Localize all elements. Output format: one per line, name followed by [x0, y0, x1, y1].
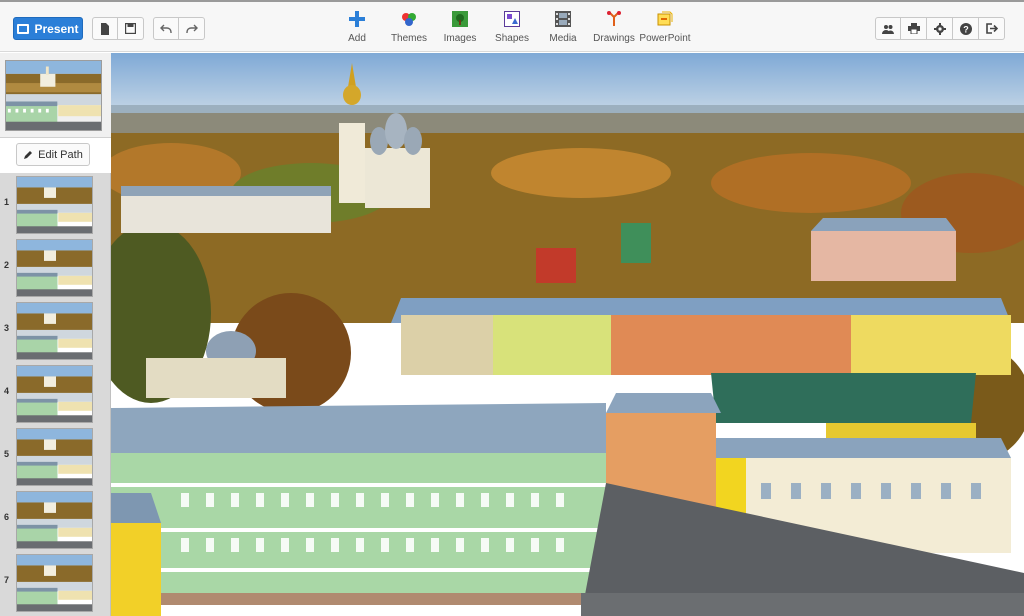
images-tool[interactable]: Images [432, 10, 488, 50]
help-icon: ? [959, 22, 972, 35]
print-button[interactable] [901, 17, 927, 40]
slide-item[interactable]: 1 [0, 175, 111, 235]
city-thumbnail-image [17, 429, 92, 485]
save-button[interactable] [118, 17, 144, 40]
powerpoint-icon [656, 10, 674, 28]
settings-icon [933, 22, 946, 35]
toolbar: Present Add Themes Images Shapes Media D… [0, 2, 1024, 52]
slide-number: 5 [4, 449, 10, 459]
slide-number: 4 [4, 386, 10, 396]
help-button[interactable]: ? [953, 17, 979, 40]
save-icon [125, 23, 136, 34]
slide-number: 1 [4, 197, 10, 207]
shapes-icon [503, 10, 521, 28]
slide-item[interactable]: 7 [0, 553, 111, 613]
slide-item[interactable]: 4 [0, 364, 111, 424]
redo-icon [185, 24, 198, 33]
palette-icon [400, 10, 418, 28]
slide-thumbnail [16, 554, 93, 612]
collaborators-button[interactable] [875, 17, 901, 40]
slide-number: 2 [4, 260, 10, 270]
slide-item[interactable]: 3 [0, 301, 111, 361]
city-thumbnail-image [17, 492, 92, 548]
themes-tool[interactable]: Themes [381, 10, 437, 50]
slide-thumbnail [16, 365, 93, 423]
city-thumbnail-image [6, 61, 101, 130]
edit-path-button[interactable]: Edit Path [16, 143, 90, 166]
shapes-label: Shapes [495, 33, 529, 44]
slide-sidebar: Edit Path 1 2 3 4 5 6 7 [0, 53, 111, 616]
overview-thumbnail[interactable] [5, 60, 102, 131]
slide-number: 7 [4, 575, 10, 585]
edit-path-label: Edit Path [38, 148, 83, 161]
slide-thumbnail [16, 491, 93, 549]
city-thumbnail-image [17, 240, 92, 296]
settings-button[interactable] [927, 17, 953, 40]
new-file-icon [101, 22, 109, 35]
overview-thumbnail-area [0, 53, 111, 138]
edit-path-area: Edit Path [0, 138, 111, 173]
presentation-editor: Present Add Themes Images Shapes Media D… [0, 0, 1024, 616]
pencil-icon [24, 150, 33, 159]
slide-thumbnail [16, 176, 93, 234]
city-thumbnail-image [17, 366, 92, 422]
slide-number: 6 [4, 512, 10, 522]
add-tool[interactable]: Add [329, 10, 385, 50]
slide-thumbnail [16, 428, 93, 486]
slide-item[interactable]: 6 [0, 490, 111, 550]
media-tool[interactable]: Media [535, 10, 591, 50]
powerpoint-label: PowerPoint [639, 33, 691, 44]
projector-icon [17, 23, 30, 34]
redo-button[interactable] [179, 17, 205, 40]
images-label: Images [443, 33, 477, 44]
present-label: Present [34, 21, 79, 36]
city-aerial-photo [111, 53, 1024, 616]
undo-button[interactable] [153, 17, 179, 40]
new-file-button[interactable] [92, 17, 118, 40]
slide-thumbnail [16, 239, 93, 297]
print-icon [907, 23, 920, 34]
users-icon [882, 24, 894, 34]
drawings-label: Drawings [593, 33, 635, 44]
slide-canvas[interactable] [111, 53, 1024, 616]
slide-thumbnail [16, 302, 93, 360]
media-label: Media [549, 33, 577, 44]
shapes-tool[interactable]: Shapes [484, 10, 540, 50]
powerpoint-tool[interactable]: PowerPoint [637, 10, 693, 50]
city-thumbnail-image [17, 303, 92, 359]
sign-out-button[interactable] [979, 17, 1005, 40]
slide-number: 3 [4, 323, 10, 333]
slide-item[interactable]: 2 [0, 238, 111, 298]
city-thumbnail-image [17, 555, 92, 611]
present-button[interactable]: Present [13, 17, 83, 40]
drawings-tool[interactable]: Drawings [586, 10, 642, 50]
svg-text:?: ? [963, 24, 969, 34]
add-label: Add [348, 33, 366, 44]
film-icon [554, 10, 572, 28]
drawing-icon [605, 10, 623, 28]
city-thumbnail-image [17, 177, 92, 233]
slide-item[interactable]: 5 [0, 427, 111, 487]
undo-icon [160, 24, 172, 33]
image-icon [451, 10, 469, 28]
sign-out-icon [985, 23, 998, 34]
plus-icon [348, 10, 366, 28]
themes-label: Themes [390, 33, 428, 44]
